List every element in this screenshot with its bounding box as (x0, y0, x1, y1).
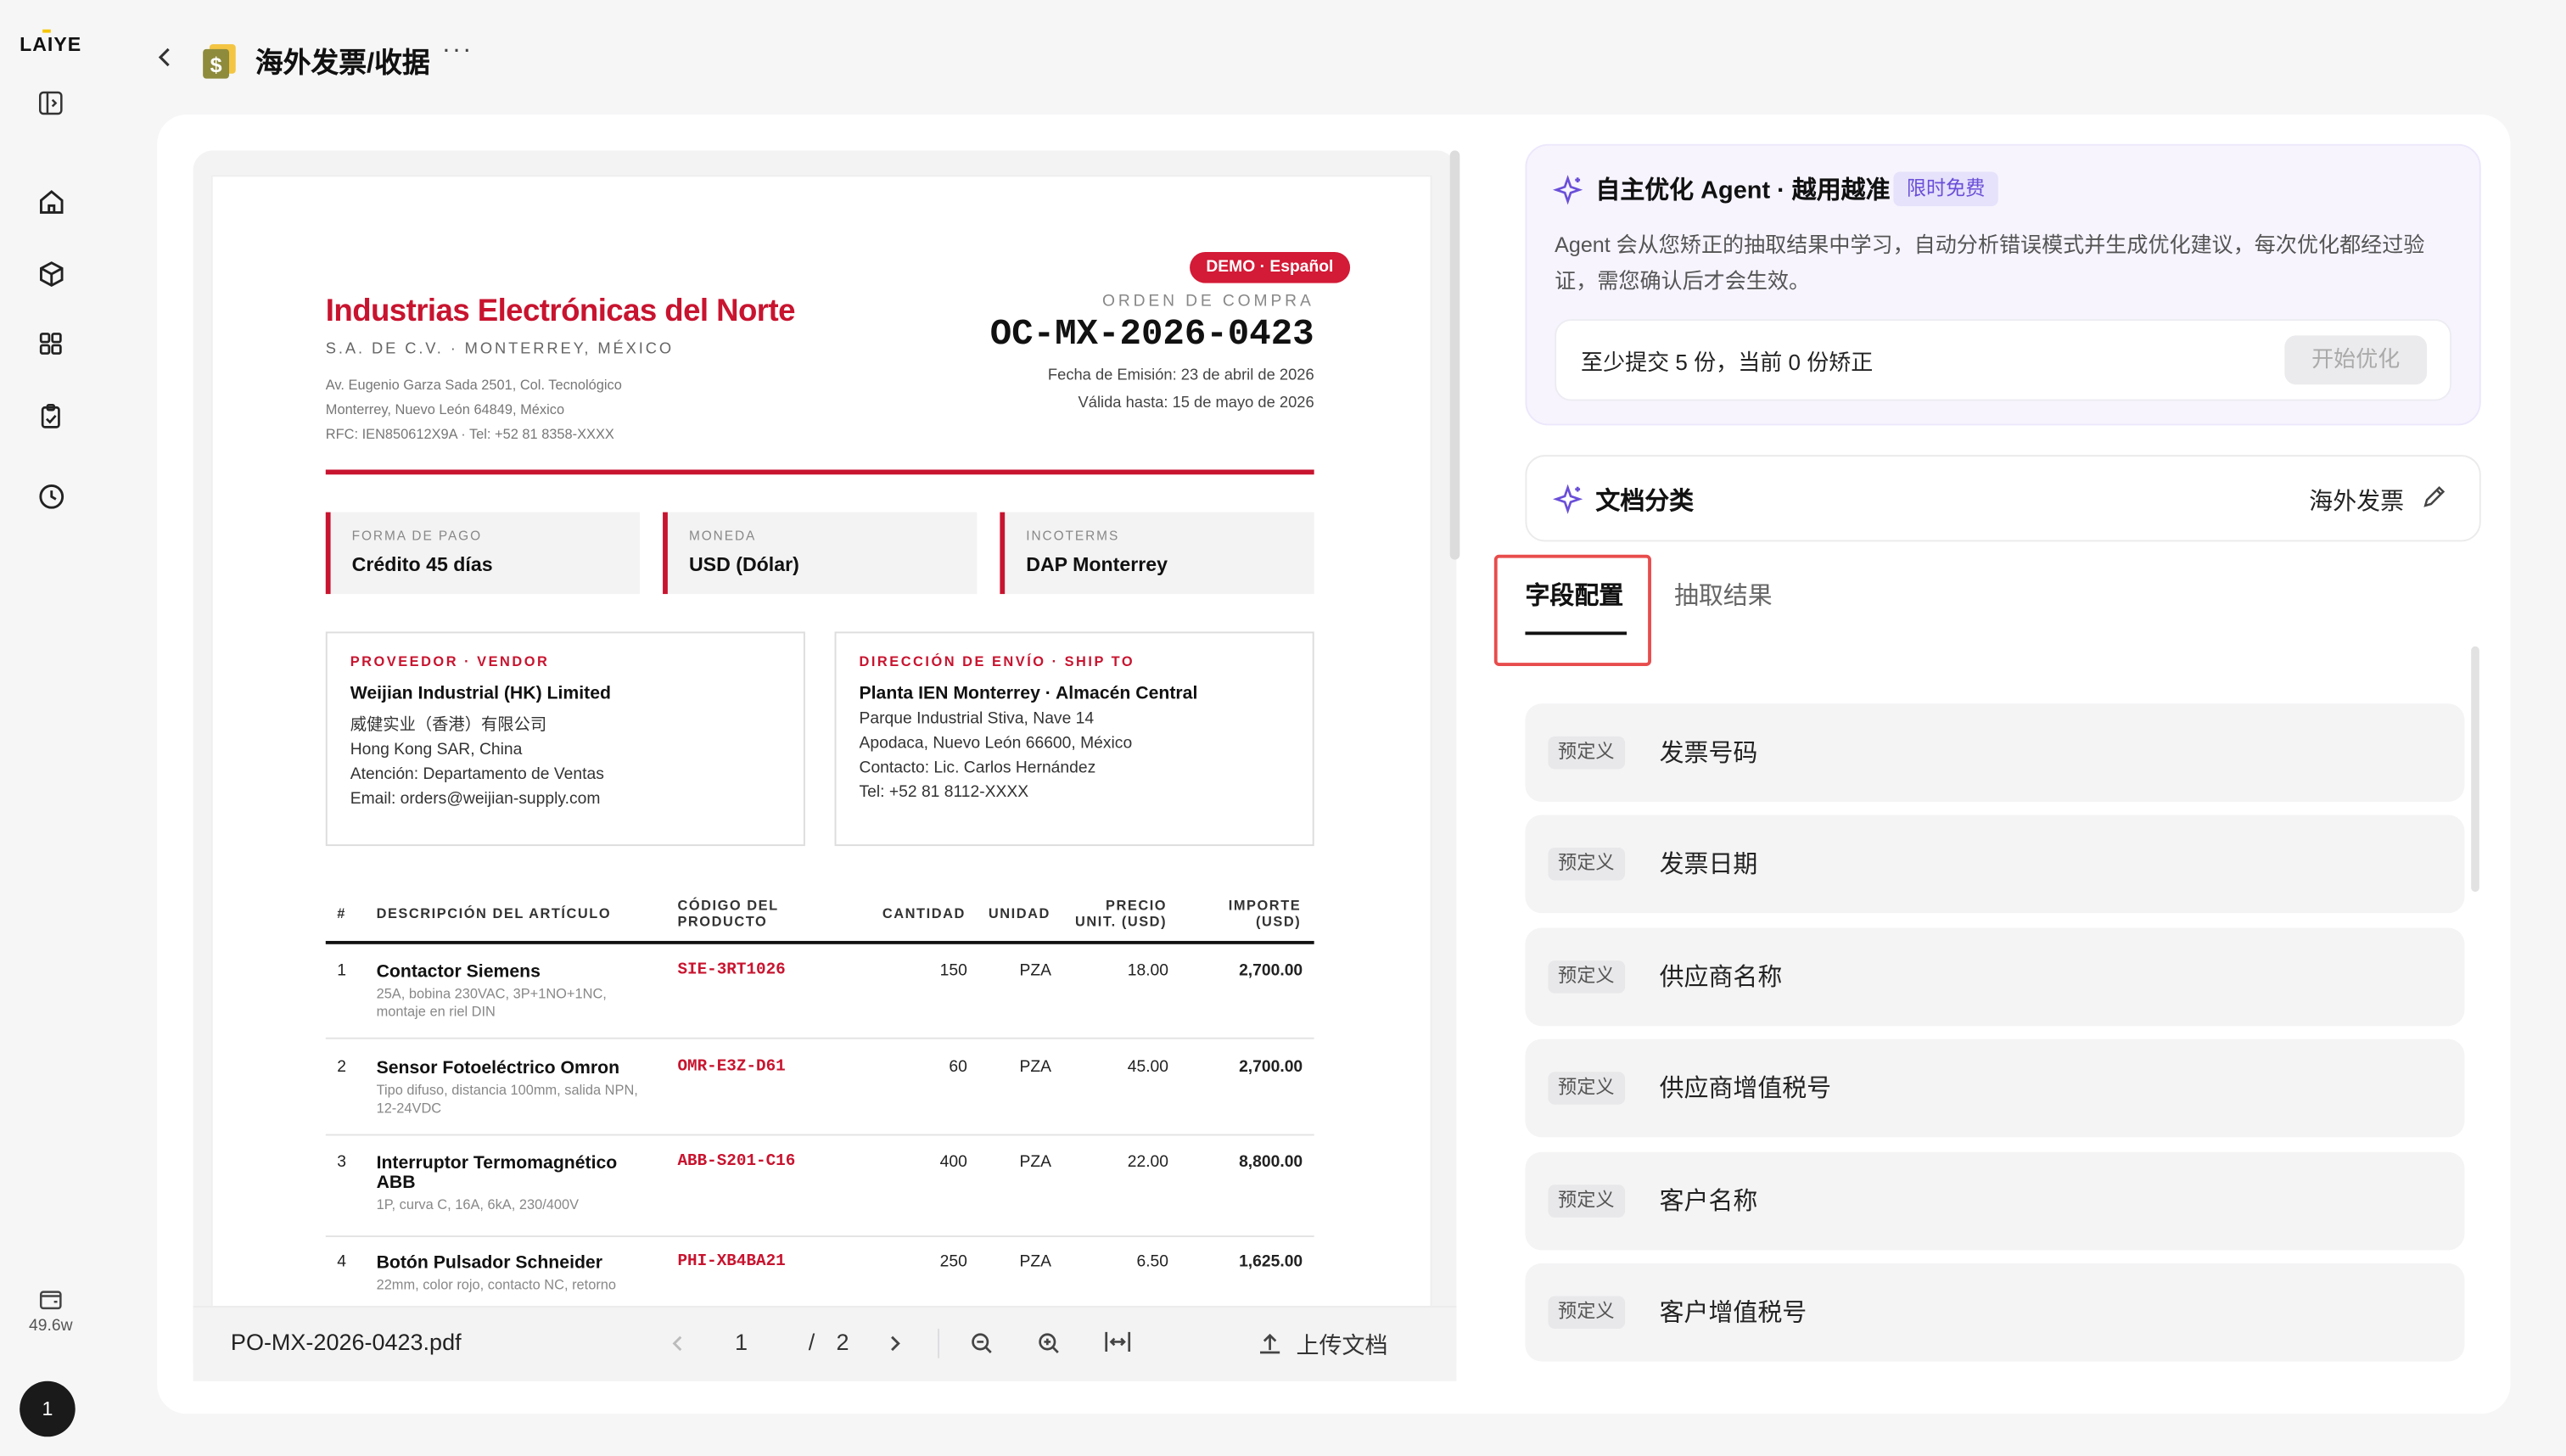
more-options-button[interactable]: ··· (442, 36, 473, 65)
company-subtitle: S.A. DE C.V. · MONTERREY, MÉXICO (325, 340, 675, 359)
field-item[interactable]: 预定义 客户名称 (1525, 1151, 2465, 1251)
field-item[interactable]: 预定义 发票号码 (1525, 703, 2465, 803)
table-row: 2 Sensor Fotoeléctrico Omron Tipo difuso,… (325, 1056, 1314, 1137)
home-icon[interactable] (33, 183, 69, 219)
field-label: 客户增值税号 (1659, 1299, 1807, 1328)
th-qty: CANTIDAD (882, 904, 966, 921)
credits-wallet[interactable]: 49.6w (23, 1286, 79, 1336)
predefined-tag: 预定义 (1548, 1072, 1625, 1105)
field-label: 发票日期 (1659, 850, 1758, 879)
th-desc: DESCRIPCIÓN DEL ARTÍCULO (376, 904, 612, 921)
grid-icon[interactable] (33, 326, 69, 361)
fit-width-icon[interactable] (1103, 1327, 1133, 1357)
agent-description: Agent 会从您矫正的抽取结果中学习，自动分析错误模式并生成优化建议，每次优化… (1555, 232, 2425, 294)
currency-box: MONEDA USD (Dólar) (663, 512, 978, 595)
company-address: Av. Eugenio Garza Sada 2501, Col. Tecnol… (325, 376, 622, 442)
field-item[interactable]: 预定义 供应商名称 (1525, 927, 2465, 1027)
file-name: PO-MX-2026-0423.pdf (230, 1329, 462, 1355)
predefined-tag: 预定义 (1548, 736, 1625, 770)
company-name: Industrias Electrónicas del Norte (325, 294, 796, 329)
sparkle-icon (1551, 483, 1584, 516)
demo-badge: DEMO · Español (1190, 252, 1350, 283)
sparkle-icon (1551, 173, 1584, 206)
viewer-scrollbar[interactable] (1449, 150, 1460, 560)
prev-page-icon[interactable] (663, 1329, 692, 1358)
th-amount: IMPORTE (USD) (1228, 896, 1302, 930)
upload-document-button[interactable]: 上传文档 (1296, 1329, 1387, 1362)
field-label: 供应商增值税号 (1659, 1075, 1832, 1103)
next-page-icon[interactable] (881, 1329, 910, 1358)
divider (325, 469, 1314, 475)
agent-status-text: 至少提交 5 份，当前 0 份矫正 (1581, 350, 1874, 375)
predefined-tag: 预定义 (1548, 1184, 1625, 1218)
predefined-tag: 预定义 (1548, 1296, 1625, 1330)
avatar[interactable]: 1 (20, 1380, 76, 1437)
clock-icon[interactable] (33, 478, 69, 513)
upload-icon[interactable] (1255, 1329, 1285, 1358)
active-tab-underline (1525, 631, 1628, 636)
classification-title: 文档分类 (1595, 487, 1695, 516)
sidebar-toggle-icon[interactable] (33, 85, 69, 120)
field-label: 客户名称 (1659, 1188, 1758, 1216)
table-row: 3 Interruptor Termomagnético ABB 1P, curv… (325, 1152, 1314, 1238)
clipboard-icon[interactable] (33, 398, 69, 434)
vendor-box: PROVEEDOR · VENDOR Weijian Industrial (H… (325, 631, 805, 847)
field-item[interactable]: 预定义 客户增值税号 (1525, 1263, 2465, 1362)
field-item[interactable]: 预定义 发票日期 (1525, 815, 2465, 914)
svg-text:$: $ (210, 53, 222, 77)
order-number: OC-MX-2026-0423 (989, 314, 1314, 356)
fields-scrollbar[interactable] (2471, 646, 2479, 893)
page-number-input[interactable]: 1 (735, 1329, 748, 1355)
th-unit: UNIDAD (988, 904, 1050, 921)
toolbar-divider (938, 1329, 940, 1358)
valid-until: Válida hasta: 15 de mayo de 2026 (1078, 394, 1314, 413)
cube-icon[interactable] (33, 255, 69, 291)
table-header-rule (325, 940, 1314, 944)
agent-title: 自主优化 Agent · 越用越准 (1595, 176, 1891, 205)
incoterms-box: INCOTERMS DAP Monterrey (1000, 512, 1314, 595)
predefined-tag: 预定义 (1548, 848, 1625, 881)
field-item[interactable]: 预定义 供应商增值税号 (1525, 1039, 2465, 1138)
table-row: 4 Botón Pulsador Schneider 22mm, color ro… (337, 1253, 1303, 1293)
payment-terms-box: FORMA DE PAGO Crédito 45 días (325, 512, 641, 595)
wallet-icon (39, 1291, 62, 1310)
zoom-out-icon[interactable] (967, 1329, 997, 1358)
app-logo: LAIYE (20, 29, 81, 56)
field-label: 发票号码 (1659, 739, 1758, 768)
table-row: 1 Contactor Siemens 25A, bobina 230VAC, 3… (325, 959, 1314, 1040)
avatar-badge: 1 (42, 1397, 53, 1421)
edit-icon[interactable] (2420, 483, 2448, 511)
issue-date: Fecha de Emisión: 23 de abril de 2026 (1047, 367, 1314, 385)
start-optimize-button[interactable]: 开始优化 (2284, 335, 2428, 385)
th-num: # (337, 904, 346, 921)
tab-extraction-results[interactable]: 抽取结果 (1674, 578, 1773, 613)
ship-to-box: DIRECCIÓN DE ENVÍO · SHIP TO Planta IEN … (834, 631, 1314, 847)
invoice-app-icon: $ (198, 39, 240, 81)
page-separator: / (808, 1329, 815, 1355)
th-price: PRECIO UNIT. (USD) (1075, 896, 1168, 930)
zoom-in-icon[interactable] (1034, 1329, 1064, 1358)
predefined-tag: 预定义 (1548, 960, 1625, 994)
free-badge: 限时免费 (1893, 171, 1998, 207)
th-code: CÓDIGO DEL PRODUCTO (677, 896, 779, 930)
total-pages: 2 (836, 1329, 849, 1355)
page-title: 海外发票/收据 (255, 47, 430, 79)
field-label: 供应商名称 (1659, 963, 1783, 992)
tab-field-config[interactable]: 字段配置 (1525, 578, 1623, 613)
back-icon[interactable] (154, 42, 180, 72)
order-label: ORDEN DE COMPRA (1102, 293, 1314, 311)
classification-value: 海外发票 (2309, 489, 2405, 516)
credits-value: 49.6w (29, 1317, 73, 1336)
